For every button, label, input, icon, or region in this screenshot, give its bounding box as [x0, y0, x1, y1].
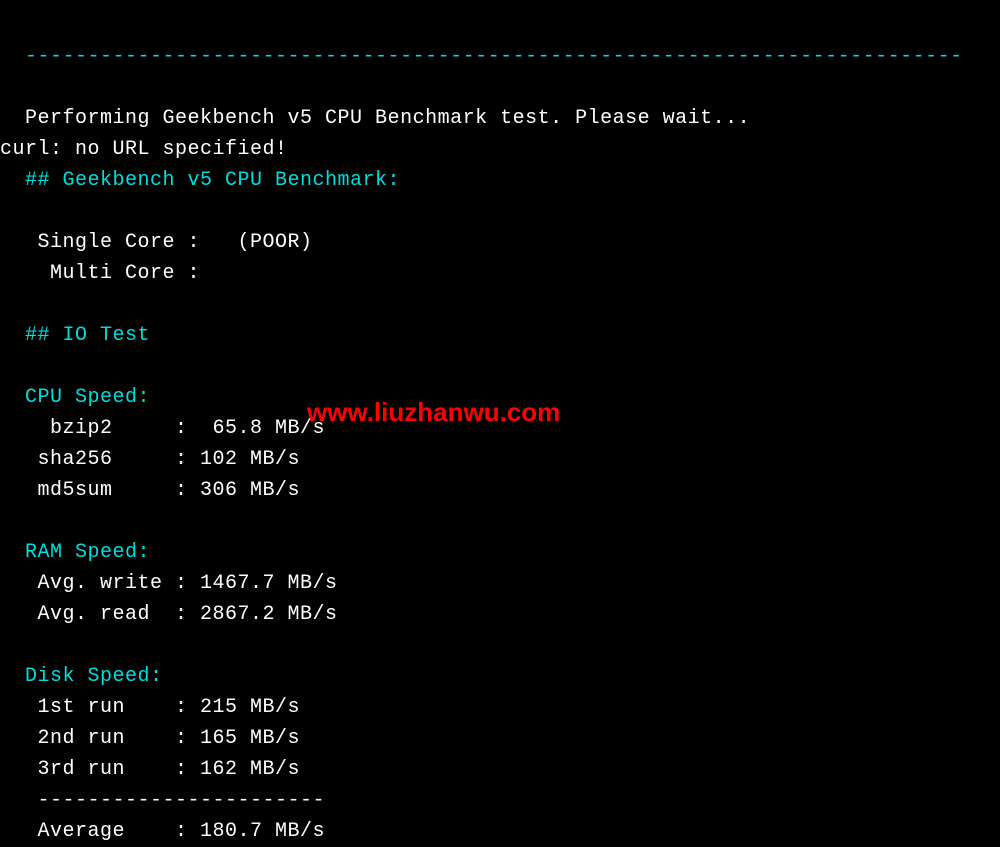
disk-avg-value: 180.7 MB/s — [200, 820, 325, 843]
multi-core-label: Multi Core : — [0, 262, 213, 285]
ram-write-label: Avg. write : — [0, 572, 200, 595]
sha256-value: 102 MB/s — [200, 448, 300, 471]
md5sum-value: 306 MB/s — [200, 479, 300, 502]
sha256-label: sha256 : — [0, 448, 200, 471]
disk-avg-label: Average : — [0, 820, 200, 843]
single-core-value: (POOR) — [213, 231, 313, 254]
disk-3rd-value: 162 MB/s — [200, 758, 300, 781]
ram-read-value: 2867.2 MB/s — [200, 603, 338, 626]
disk-1st-value: 215 MB/s — [200, 696, 300, 719]
disk-speed-header: Disk Speed: — [0, 665, 163, 688]
curl-error: curl: no URL specified! — [0, 138, 288, 161]
separator-line: ----------------------------------------… — [0, 45, 963, 68]
ram-read-label: Avg. read : — [0, 603, 200, 626]
disk-1st-label: 1st run : — [0, 696, 200, 719]
disk-2nd-value: 165 MB/s — [200, 727, 300, 750]
cpu-speed-header: CPU Speed: — [0, 386, 150, 409]
performing-text: Performing Geekbench v5 CPU Benchmark te… — [0, 107, 750, 130]
disk-divider: ----------------------- — [0, 789, 325, 812]
watermark-text: www.liuzhanwu.com — [307, 392, 560, 432]
io-test-header: ## IO Test — [0, 324, 150, 347]
geekbench-header: ## Geekbench v5 CPU Benchmark: — [0, 169, 400, 192]
single-core-label: Single Core : — [0, 231, 213, 254]
ram-speed-header: RAM Speed: — [0, 541, 150, 564]
md5sum-label: md5sum : — [0, 479, 200, 502]
disk-3rd-label: 3rd run : — [0, 758, 200, 781]
disk-2nd-label: 2nd run : — [0, 727, 200, 750]
ram-write-value: 1467.7 MB/s — [200, 572, 338, 595]
bzip2-label: bzip2 : — [0, 417, 200, 440]
